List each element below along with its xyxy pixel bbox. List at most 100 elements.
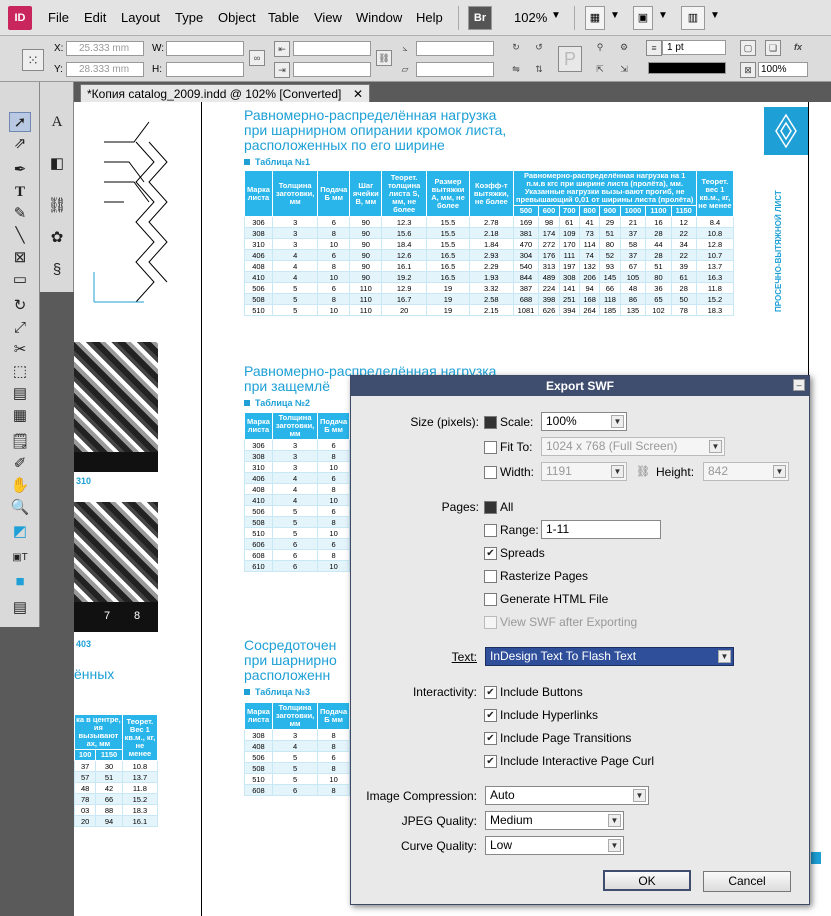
rotation-field[interactable] — [416, 41, 494, 56]
direct-selection-tool-icon[interactable]: ⇗ — [9, 134, 31, 154]
chevron-down-icon[interactable]: ▼ — [610, 10, 620, 21]
close-tab-icon[interactable]: ✕ — [353, 85, 363, 103]
fill-frame-icon[interactable]: ▢ — [740, 40, 756, 56]
flip-vertical-icon[interactable]: ⇅ — [531, 62, 547, 78]
document-tab[interactable]: *Копия catalog_2009.indd @ 102% [Convert… — [80, 84, 370, 102]
h-field[interactable] — [166, 62, 244, 77]
fill-stroke-swatch-icon[interactable]: ◩ — [9, 522, 31, 542]
rotate-tool-icon[interactable]: ↻ — [9, 296, 31, 316]
zoom-tool-icon[interactable]: 🔍 — [9, 498, 31, 518]
include-buttons-checkbox[interactable] — [484, 686, 497, 699]
screen-mode-icon[interactable]: ▣ — [633, 6, 653, 30]
fit-to-radio[interactable] — [484, 441, 497, 454]
effects-icon[interactable]: fx — [790, 40, 806, 56]
reference-point-icon[interactable]: ⁙ — [22, 49, 44, 71]
note-tool-icon[interactable]: 🗒 — [9, 432, 31, 452]
range-field[interactable]: 1-11 — [541, 520, 661, 539]
cancel-button[interactable]: Cancel — [703, 871, 791, 892]
view-swf-checkbox[interactable] — [484, 616, 497, 629]
gradient-tool-icon[interactable]: ▤ — [9, 384, 31, 404]
scale-x-field[interactable] — [293, 41, 371, 56]
jpeg-quality-dropdown[interactable]: Medium ▼ — [485, 811, 624, 830]
scissors-tool-icon[interactable]: ✂ — [9, 340, 31, 360]
select-previous-icon[interactable]: ⇱ — [592, 62, 608, 78]
hand-tool-icon[interactable]: ✋ — [9, 476, 31, 496]
apply-color-icon[interactable]: ■ — [9, 572, 31, 592]
screen-mode-icon[interactable]: ▤ — [9, 598, 31, 618]
type-tool-icon[interactable]: T — [9, 182, 31, 202]
scale-tool-icon[interactable]: ⤢ — [9, 318, 31, 338]
arrange-documents-icon[interactable]: ▥ — [681, 6, 705, 30]
text-dropdown[interactable]: InDesign Text To Flash Text ▼ — [485, 647, 734, 666]
chevron-down-icon[interactable]: ▼ — [710, 10, 720, 21]
pen-tool-icon[interactable]: ✒ — [9, 160, 31, 180]
include-transitions-checkbox[interactable] — [484, 732, 497, 745]
height-field[interactable]: 842 ▼ — [703, 462, 789, 481]
zoom-level[interactable]: 102% — [514, 10, 547, 25]
menu-help[interactable]: Help — [416, 10, 443, 25]
formatting-affects-container-icon[interactable]: ▣T — [9, 548, 31, 568]
menu-file[interactable]: File — [48, 10, 69, 25]
menu-table[interactable]: Table — [268, 10, 299, 25]
table-cell: 42 — [95, 782, 123, 794]
view-options-icon[interactable]: ▦ — [585, 6, 605, 30]
select-content-icon[interactable]: ⚙ — [616, 40, 632, 56]
menu-layout[interactable]: Layout — [121, 10, 160, 25]
constrain-proportions-icon[interactable]: ∞ — [249, 50, 265, 66]
zoom-dropdown-icon[interactable]: ▼ — [551, 10, 561, 21]
rotate-ccw-icon[interactable]: ↺ — [531, 40, 547, 56]
image-compression-label: Image Compression: — [366, 789, 477, 803]
generate-html-checkbox[interactable] — [484, 593, 497, 606]
menu-type[interactable]: Type — [175, 10, 203, 25]
swatches-panel-icon[interactable]: § — [46, 260, 68, 280]
menu-view[interactable]: View — [314, 10, 342, 25]
select-next-icon[interactable]: ⇲ — [616, 62, 632, 78]
opacity-field[interactable]: 100% — [758, 62, 808, 77]
curve-quality-dropdown[interactable]: Low ▼ — [485, 836, 624, 855]
flip-horizontal-icon[interactable]: ⇋ — [508, 62, 524, 78]
character-panel-icon[interactable]: A — [46, 112, 68, 132]
rectangle-frame-tool-icon[interactable]: ⊠ — [9, 248, 31, 268]
all-pages-radio[interactable] — [484, 501, 497, 514]
drop-shadow-icon[interactable]: ❏ — [765, 40, 781, 56]
range-radio[interactable] — [484, 524, 497, 537]
include-hyperlinks-checkbox[interactable] — [484, 709, 497, 722]
menu-window[interactable]: Window — [356, 10, 402, 25]
free-transform-tool-icon[interactable]: ⬚ — [9, 362, 31, 382]
stroke-panel-icon[interactable]: ✿ — [46, 228, 68, 248]
close-icon[interactable]: – — [793, 379, 805, 391]
shear-field[interactable] — [416, 62, 494, 77]
selection-tool-icon[interactable]: ➚ — [9, 112, 31, 132]
scale-radio[interactable] — [484, 416, 497, 429]
fit-to-dropdown[interactable]: 1024 x 768 (Full Screen) ▼ — [541, 437, 725, 456]
gradient-feather-tool-icon[interactable]: ▦ — [9, 406, 31, 426]
x-field[interactable]: 25.333 mm — [66, 41, 144, 56]
width-field[interactable]: 1191 ▼ — [541, 462, 627, 481]
rotate-cw-icon[interactable]: ↻ — [508, 40, 524, 56]
stroke-type-dropdown[interactable] — [648, 62, 726, 74]
width-radio[interactable] — [484, 466, 497, 479]
bridge-button[interactable]: Br — [468, 6, 492, 30]
rectangle-tool-icon[interactable]: ▭ — [9, 270, 31, 290]
include-page-curl-checkbox[interactable] — [484, 755, 497, 768]
image-compression-dropdown[interactable]: Auto ▼ — [485, 786, 649, 805]
rasterize-pages-checkbox[interactable] — [484, 570, 497, 583]
stroke-weight-field[interactable]: 1 pt — [662, 40, 726, 55]
line-tool-icon[interactable]: ╲ — [9, 226, 31, 246]
chevron-down-icon[interactable]: ▼ — [658, 10, 668, 21]
links-panel-icon[interactable]: ⛓ — [46, 196, 68, 216]
pages-panel-icon[interactable]: ◧ — [46, 154, 68, 174]
ok-button[interactable]: OK — [603, 870, 691, 891]
scale-y-field[interactable] — [293, 62, 371, 77]
eyedropper-tool-icon[interactable]: ✐ — [9, 454, 31, 474]
menu-edit[interactable]: Edit — [84, 10, 106, 25]
y-field[interactable]: 28.333 mm — [66, 62, 144, 77]
pencil-tool-icon[interactable]: ✎ — [9, 204, 31, 224]
scale-dropdown[interactable]: 100% ▼ — [541, 412, 627, 431]
link-icon[interactable]: ⛓ — [376, 50, 392, 66]
w-field[interactable] — [166, 41, 244, 56]
constrain-link-icon[interactable]: ⛓ — [636, 465, 650, 478]
menu-object[interactable]: Object — [218, 10, 256, 25]
select-container-icon[interactable]: ⚲ — [592, 40, 608, 56]
spreads-checkbox[interactable] — [484, 547, 497, 560]
